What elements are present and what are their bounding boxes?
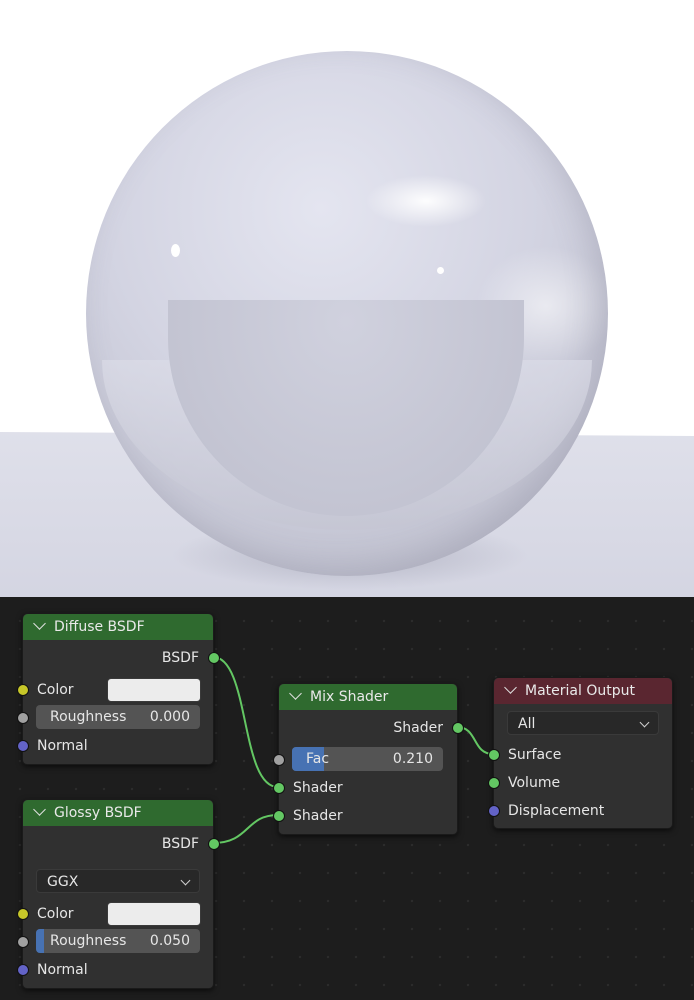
shader-input-label-2: Shader — [293, 808, 343, 824]
render-viewport[interactable] — [0, 0, 694, 597]
roughness-input-socket[interactable] — [17, 712, 29, 724]
chevron-down-icon — [180, 875, 191, 886]
shader-output-socket[interactable] — [452, 722, 464, 734]
displacement-label: Displacement — [508, 803, 605, 819]
roughness-value: 0.000 — [149, 709, 190, 725]
node-header[interactable]: Diffuse BSDF — [23, 614, 213, 640]
node-header[interactable]: Glossy BSDF — [23, 800, 213, 826]
output-bsdf-label: BSDF — [161, 836, 199, 852]
specular-highlight — [171, 244, 180, 257]
shader-input-label-1: Shader — [293, 780, 343, 796]
glossy-bsdf-node[interactable]: Glossy BSDF BSDF GGX Color Roughness 0.0… — [17, 799, 220, 989]
distribution-value: GGX — [47, 874, 79, 890]
normal-input-socket[interactable] — [17, 740, 29, 752]
node-title: Mix Shader — [310, 689, 389, 705]
normal-label: Normal — [37, 962, 88, 978]
fac-value: 0.210 — [392, 751, 433, 767]
color-input-socket[interactable] — [17, 908, 29, 920]
normal-label: Normal — [37, 738, 88, 754]
shader-input-socket-1[interactable] — [273, 782, 285, 794]
roughness-slider-fill — [36, 929, 44, 953]
mix-shader-node[interactable]: Mix Shader Shader Fac 0.210 Shader Shade… — [273, 683, 464, 835]
displacement-input-socket[interactable] — [488, 805, 500, 817]
roughness-value: 0.050 — [149, 933, 190, 949]
distribution-dropdown[interactable]: GGX — [36, 869, 200, 893]
roughness-input-socket[interactable] — [17, 936, 29, 948]
collapse-chevron-icon[interactable] — [33, 803, 46, 816]
surface-label: Surface — [508, 747, 562, 763]
collapse-chevron-icon[interactable] — [289, 687, 302, 700]
output-shader-label: Shader — [393, 720, 443, 736]
node-title: Glossy BSDF — [54, 805, 142, 821]
material-output-node[interactable]: Material Output All Surface Volume Displ… — [488, 677, 673, 829]
bsdf-output-socket[interactable] — [208, 652, 220, 664]
collapse-chevron-icon[interactable] — [33, 617, 46, 630]
color-input-socket[interactable] — [17, 684, 29, 696]
target-value: All — [518, 716, 536, 732]
surface-input-socket[interactable] — [488, 749, 500, 761]
color-label: Color — [37, 682, 74, 698]
color-label: Color — [37, 906, 74, 922]
volume-label: Volume — [508, 775, 561, 791]
color-swatch[interactable] — [107, 902, 201, 926]
normal-input-socket[interactable] — [17, 964, 29, 976]
roughness-slider[interactable]: Roughness 0.050 — [36, 929, 200, 953]
node-title: Material Output — [525, 683, 635, 699]
bsdf-output-socket[interactable] — [208, 838, 220, 850]
output-bsdf-label: BSDF — [161, 650, 199, 666]
shader-input-socket-2[interactable] — [273, 810, 285, 822]
node-header[interactable]: Mix Shader — [279, 684, 457, 710]
specular-highlight — [437, 267, 444, 274]
roughness-slider[interactable]: Roughness 0.000 — [36, 705, 200, 729]
roughness-label: Roughness — [50, 709, 127, 725]
chevron-down-icon — [639, 717, 650, 728]
fac-slider[interactable]: Fac 0.210 — [292, 747, 443, 771]
roughness-label: Roughness — [50, 933, 127, 949]
volume-input-socket[interactable] — [488, 777, 500, 789]
node-title: Diffuse BSDF — [54, 619, 145, 635]
node-header[interactable]: Material Output — [494, 678, 672, 704]
diffuse-bsdf-node[interactable]: Diffuse BSDF BSDF Color Roughness 0.000 … — [17, 613, 220, 765]
fac-input-socket[interactable] — [273, 754, 285, 766]
fac-label: Fac — [306, 751, 330, 767]
color-swatch[interactable] — [107, 678, 201, 702]
collapse-chevron-icon[interactable] — [504, 681, 517, 694]
target-dropdown[interactable]: All — [507, 711, 659, 735]
